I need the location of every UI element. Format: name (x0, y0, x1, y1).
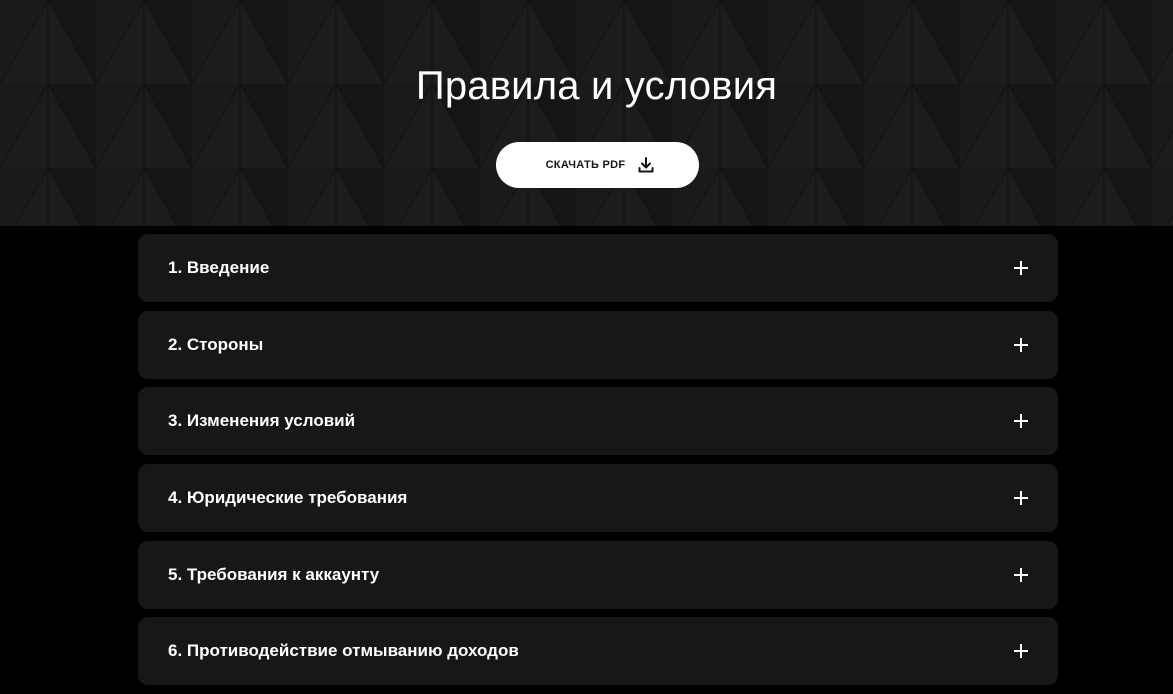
accordion-item-title: 2. Стороны (168, 334, 264, 354)
hero-banner: Правила и условия СКАЧАТЬ PDF (0, 0, 1173, 226)
plus-icon[interactable] (1014, 491, 1028, 506)
accordion-item-account-requirements[interactable]: 5. Требования к аккаунту (138, 540, 1058, 609)
hero-background-pattern (0, 0, 1173, 226)
accordion-item-parties[interactable]: 2. Стороны (138, 310, 1058, 379)
download-pdf-label: СКАЧАТЬ PDF (545, 159, 626, 171)
terms-accordion: 1. Введение 2. Стороны 3. Изменения усло… (138, 234, 1058, 694)
plus-icon[interactable] (1014, 261, 1028, 275)
accordion-item-introduction[interactable]: 1. Введение (138, 234, 1058, 302)
page-title: Правила и условия (415, 64, 778, 108)
accordion-item-title: 6. Противодействие отмыванию доходов (168, 641, 519, 661)
download-pdf-button[interactable]: СКАЧАТЬ PDF (496, 142, 699, 188)
plus-icon[interactable] (1014, 337, 1028, 352)
accordion-item-title: 3. Изменения условий (168, 411, 356, 431)
accordion-item-title: 1. Введение (168, 258, 270, 277)
accordion-item-title: 4. Юридические требования (168, 488, 408, 508)
plus-icon[interactable] (1014, 567, 1028, 582)
accordion-item-anti-money-laundering[interactable]: 6. Противодействие отмыванию доходов (138, 617, 1058, 686)
plus-icon[interactable] (1014, 414, 1028, 429)
accordion-item-title: 5. Требования к аккаунту (168, 564, 380, 584)
accordion-item-legal-requirements[interactable]: 4. Юридические требования (138, 464, 1058, 533)
download-icon (638, 157, 654, 173)
accordion-item-changes[interactable]: 3. Изменения условий (138, 387, 1058, 456)
plus-icon[interactable] (1014, 644, 1028, 659)
